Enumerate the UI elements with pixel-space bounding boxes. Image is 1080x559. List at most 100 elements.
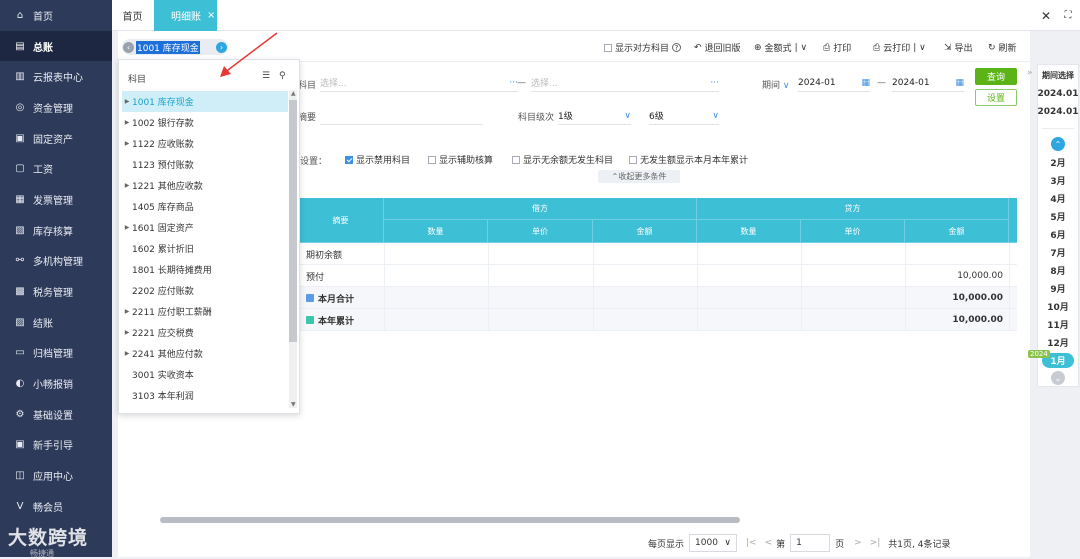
month-item[interactable]: 12月 [1038,333,1078,351]
chevron-down-icon[interactable]: ∨ [780,81,790,91]
amount-format-dropdown[interactable]: ⊕ 金额式 | ∨ [754,41,807,55]
calendar-icon[interactable]: ▦ [955,78,964,88]
export-button[interactable]: ⇲ 导出 [944,41,973,55]
subject-item[interactable]: 2202 应付账款 [122,280,288,301]
scroll-up-button[interactable]: ⌃ [1038,137,1078,151]
month-item[interactable]: 9月 [1038,279,1078,297]
level-from-select[interactable]: 1级 ∨ [558,107,631,125]
period-to-input[interactable]: 2024-01 ▦ [892,74,964,92]
query-button[interactable]: 查询 [975,68,1017,85]
sidebar-item[interactable]: ▢ 工资 [0,153,112,184]
month-item[interactable]: 6月 [1038,225,1078,243]
caret-right-icon[interactable]: ▶ [122,350,132,357]
sidebar-item[interactable]: ▥ 云报表中心 [0,61,112,92]
table-row[interactable]: 期初余额 [298,243,1017,265]
print-button[interactable]: ⎙ 打印 [823,41,851,55]
sidebar-item[interactable]: ▦ 发票管理 [0,184,112,215]
sidebar-item[interactable]: ⌂ 首页 [0,0,112,31]
scroll-down-icon[interactable]: ▼ [291,401,296,408]
cloud-print-button[interactable]: ⎙ 云打印 | ∨ [873,41,926,55]
subject-item[interactable]: ▶ 2221 应交税费 [122,322,288,343]
month-item[interactable]: 5月 [1038,207,1078,225]
checkbox-icon[interactable] [512,155,520,164]
settings-button[interactable]: 设置 [975,89,1017,106]
first-page-icon[interactable]: |< [746,538,757,548]
month-item[interactable]: 11月 [1038,315,1078,333]
option-show-disabled[interactable]: 显示禁用科目 [345,153,410,166]
checkbox-checked-icon[interactable] [345,155,353,164]
fullscreen-icon[interactable]: ⛶ [1058,0,1078,31]
table-row[interactable]: 预付 10,000.00 [298,265,1017,287]
checkbox-icon[interactable] [604,43,612,52]
table-row[interactable]: 本年累计 10,000.00 [298,309,1017,331]
sidebar-item[interactable]: ▣ 固定资产 [0,123,112,154]
sidebar-item[interactable]: ⚙ 基础设置 [0,399,112,430]
subject-item[interactable]: 1602 累计折旧 [122,238,288,259]
more-icon[interactable]: ··· [710,78,719,88]
tab-detail-ledger[interactable]: 明细账 × [154,0,217,31]
caret-right-icon[interactable]: ▶ [122,182,132,189]
subject-item[interactable]: 3001 实收资本 [122,364,288,385]
sidebar-item[interactable]: ▭ 归档管理 [0,338,112,369]
subject-item[interactable]: ▶ 2241 其他应付款 [122,343,288,364]
sidebar-item[interactable]: ◎ 资金管理 [0,92,112,123]
subject-item[interactable]: ▶ 1001 库存现金 [122,91,288,112]
caret-right-icon[interactable]: ▶ [122,119,132,126]
caret-right-icon[interactable]: ▶ [122,98,132,105]
month-item[interactable]: 2月 [1038,153,1078,171]
collapse-conditions-button[interactable]: ⌃ 收起更多条件 [598,170,680,183]
caret-right-icon[interactable]: ▶ [122,224,132,231]
close-icon[interactable]: × [207,10,215,21]
prev-account-icon[interactable]: ‹ [123,41,134,53]
show-counter-toggle[interactable]: 显示对方科目? [604,41,682,54]
sidebar-item[interactable]: V 畅会员 [0,491,112,522]
caret-right-icon[interactable]: ▶ [122,308,132,315]
sidebar-item[interactable]: ▧ 库存核算 [0,215,112,246]
prev-page-icon[interactable]: < [765,538,773,548]
checkbox-icon[interactable] [428,155,436,164]
subject-item[interactable]: ▶ 1601 固定资产 [122,217,288,238]
subject-item[interactable]: ▶ 1221 其他应收款 [122,175,288,196]
sidebar-item[interactable]: ⚯ 多机构管理 [0,246,112,277]
calendar-icon[interactable]: ▦ [861,78,870,88]
per-page-select[interactable]: 1000 ∨ [689,534,738,552]
last-page-icon[interactable]: >| [870,538,881,548]
subject-item[interactable]: ▶ 1002 银行存款 [122,112,288,133]
scroll-down-button[interactable]: ⌄ [1038,371,1078,385]
expand-panel-icon[interactable]: » [1027,68,1033,78]
table-row[interactable]: 本月合计 10,000.00 [298,287,1017,309]
account-switcher[interactable]: ‹ 1001 库存现金 › [122,39,228,55]
month-item[interactable]: 7月 [1038,243,1078,261]
month-item[interactable]: 10月 [1038,297,1078,315]
month-item[interactable]: 3月 [1038,171,1078,189]
summary-input[interactable] [320,107,483,125]
popup-scrollbar[interactable]: ▲ ▼ [289,90,297,408]
sidebar-item[interactable]: ◐ 小畅报销 [0,368,112,399]
subject-item[interactable]: 3103 本年利润 [122,385,288,406]
subject-item[interactable]: ▶ 2211 应付职工薪酬 [122,301,288,322]
period-from-input[interactable]: 2024-01 ▦ [798,74,870,92]
month-item[interactable]: 4月 [1038,189,1078,207]
option-show-empty[interactable]: 显示无余额无发生科目 [512,153,613,166]
back-old-version-button[interactable]: ↶ 退回旧版 [694,41,741,55]
sidebar-item[interactable]: ▤ 总账 [0,30,112,62]
checkbox-icon[interactable] [629,155,637,164]
subject-from-input[interactable]: 选择... ··· [320,74,518,92]
caret-right-icon[interactable]: ▶ [122,140,132,147]
month-item[interactable]: 8月 [1038,261,1078,279]
scroll-up-icon[interactable]: ▲ [291,90,296,97]
tab-home[interactable]: 首页 [112,0,153,31]
refresh-button[interactable]: ↻ 刷新 [988,41,1017,55]
level-to-select[interactable]: 6级 ∨ [649,107,719,125]
sidebar-item[interactable]: ◫ 应用中心 [0,460,112,491]
next-page-icon[interactable]: > [854,538,862,548]
option-show-aux[interactable]: 显示辅助核算 [428,153,493,166]
sidebar-item[interactable]: ▨ 结账 [0,307,112,338]
subject-item[interactable]: ▶ 1122 应收账款 [122,133,288,154]
option-show-cumulative[interactable]: 无发生额显示本月本年累计 [629,153,748,166]
horizontal-scrollbar[interactable] [160,517,740,523]
window-close-icon[interactable]: ✕ [1036,0,1056,31]
caret-right-icon[interactable]: ▶ [122,329,132,336]
subject-to-input[interactable]: 选择... ··· [531,74,719,92]
sidebar-item[interactable]: ▣ 新手引导 [0,430,112,461]
